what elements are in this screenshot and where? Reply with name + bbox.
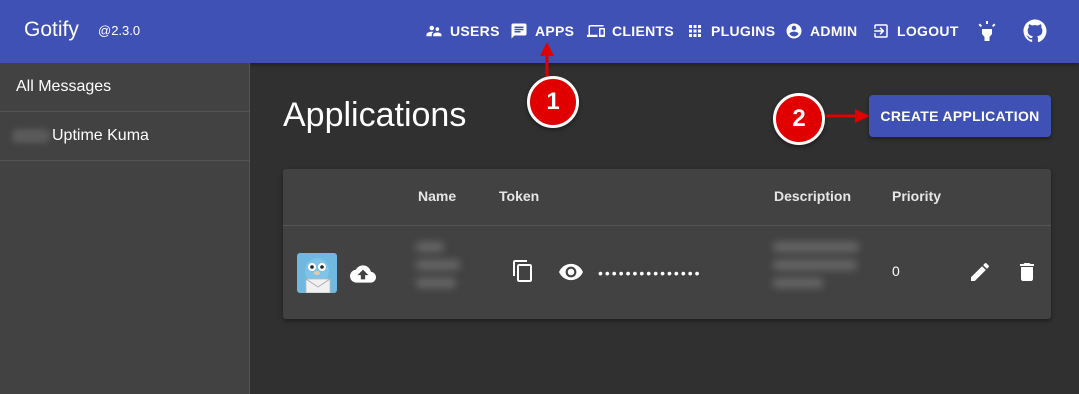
nav-apps-label: APPS: [535, 23, 575, 39]
nav-plugins[interactable]: PLUGINS: [686, 20, 775, 42]
annotation-badge-2: 2: [773, 93, 825, 145]
app-version: @2.3.0: [98, 23, 141, 38]
users-icon: [426, 25, 442, 37]
nav-logout-label: LOGOUT: [897, 23, 959, 39]
apps-grid-icon: [689, 25, 701, 37]
nav-logout[interactable]: LOGOUT: [872, 20, 959, 42]
upload-image-icon[interactable]: [350, 261, 376, 287]
app-priority: 0: [892, 263, 900, 279]
app-name-redacted: [416, 242, 464, 302]
sidebar-item-uptime-kuma[interactable]: Uptime Kuma: [0, 112, 249, 161]
nav-users-label: USERS: [450, 23, 500, 39]
copy-icon[interactable]: [511, 259, 535, 285]
create-application-button[interactable]: CREATE APPLICATION: [869, 95, 1051, 137]
account-circle-icon: [786, 23, 802, 39]
sidebar: All Messages Uptime Kuma: [0, 63, 250, 394]
app-description-redacted: [773, 242, 863, 302]
app-title[interactable]: Gotify: [24, 18, 79, 42]
column-header-token: Token: [499, 188, 540, 204]
nav-clients-label: CLIENTS: [612, 23, 674, 39]
github-icon[interactable]: [1023, 19, 1047, 43]
nav-users[interactable]: USERS: [425, 20, 500, 42]
applications-table: Name Token Description Priority ••••••••…: [283, 169, 1051, 319]
nav-admin[interactable]: ADMIN: [785, 20, 857, 42]
nav-plugins-label: PLUGINS: [711, 23, 776, 39]
table-row: ••••••••••••••• 0: [283, 226, 1051, 319]
column-header-description: Description: [774, 188, 852, 204]
token-masked: •••••••••••••••: [598, 265, 702, 281]
nav-admin-label: ADMIN: [810, 23, 858, 39]
theme-toggle-icon[interactable]: [975, 19, 999, 43]
chat-icon: [511, 23, 527, 39]
sidebar-item-label: Uptime Kuma: [52, 127, 149, 144]
page-title: Applications: [283, 96, 467, 134]
devices-icon: [587, 25, 605, 37]
nav-clients[interactable]: CLIENTS: [587, 20, 674, 42]
nav-apps[interactable]: APPS: [510, 20, 574, 42]
eye-icon[interactable]: [558, 259, 584, 285]
sidebar-item-all-messages[interactable]: All Messages: [0, 63, 249, 112]
logout-icon: [874, 24, 888, 38]
edit-icon[interactable]: [968, 260, 992, 284]
annotation-badge-1: 1: [527, 76, 579, 128]
app-image[interactable]: [297, 253, 337, 294]
table-header: Name Token Description Priority: [283, 169, 1051, 226]
gopher-logo-icon: [297, 253, 337, 294]
annotation-arrow-1: [540, 42, 554, 78]
column-header-name: Name: [418, 188, 457, 204]
annotation-arrow-2: [824, 109, 870, 123]
sidebar-item-label: All Messages: [16, 78, 112, 95]
delete-icon[interactable]: [1015, 260, 1039, 284]
blurred-app-icon: [12, 129, 50, 143]
column-header-priority: Priority: [892, 188, 942, 204]
